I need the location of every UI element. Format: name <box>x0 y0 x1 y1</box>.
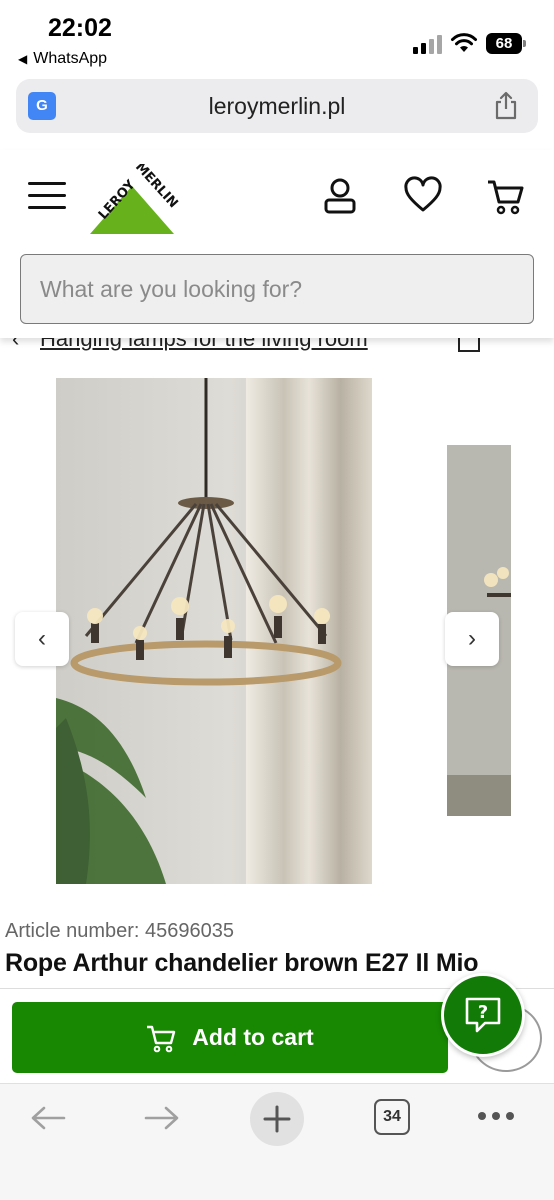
product-title: Rope Arthur chandelier brown E27 Il Mio <box>5 949 479 977</box>
help-chat-icon: ? <box>465 997 501 1033</box>
share-icon[interactable] <box>492 91 520 121</box>
chevron-right-icon: › <box>468 625 476 652</box>
wifi-icon <box>451 33 477 52</box>
back-to-app-link[interactable]: ◀ WhatsApp <box>18 50 107 68</box>
gallery-prev-button[interactable]: ‹ <box>15 612 69 666</box>
menu-icon[interactable] <box>28 180 66 210</box>
back-triangle-icon: ◀ <box>18 52 28 66</box>
cart-icon <box>147 1025 176 1052</box>
cart-icon[interactable] <box>486 176 526 216</box>
add-to-cart-label: Add to cart <box>192 1024 314 1050</box>
site-header: LEROY MERLIN <box>0 150 554 338</box>
forward-arrow-icon[interactable] <box>134 1098 190 1138</box>
add-to-cart-button[interactable]: Add to cart <box>12 1002 448 1073</box>
more-options-icon[interactable] <box>478 1112 514 1122</box>
browser-toolbar: 34 <box>0 1083 554 1200</box>
product-gallery: ‹ › <box>0 376 554 886</box>
status-bar: 22:02 ◀ WhatsApp 68 <box>0 0 554 74</box>
article-number: Article number: 45696035 <box>5 920 235 942</box>
tabs-button[interactable]: 34 <box>374 1099 410 1135</box>
battery-level: 68 <box>486 33 522 54</box>
address-bar[interactable]: G leroymerlin.pl <box>16 79 538 133</box>
url-text[interactable]: leroymerlin.pl <box>16 93 538 120</box>
product-image[interactable] <box>56 378 372 884</box>
back-app-label: WhatsApp <box>33 50 108 67</box>
help-label: ? <box>478 1002 488 1023</box>
chevron-left-icon: ‹ <box>38 625 46 652</box>
battery-icon: 68 <box>486 33 526 54</box>
search-input[interactable] <box>21 255 533 323</box>
new-tab-button[interactable] <box>250 1092 304 1146</box>
back-arrow-icon[interactable] <box>20 1098 76 1138</box>
help-chat-button[interactable]: ? <box>441 973 525 1057</box>
search-field[interactable] <box>20 254 534 324</box>
account-icon[interactable] <box>320 176 360 216</box>
leroy-merlin-logo[interactable]: LEROY MERLIN <box>82 164 182 234</box>
cellular-signal-icon <box>413 34 443 54</box>
wishlist-icon[interactable] <box>403 176 443 216</box>
plus-icon <box>263 1105 291 1133</box>
gallery-next-button[interactable]: › <box>445 612 499 666</box>
status-time: 22:02 <box>48 14 112 42</box>
